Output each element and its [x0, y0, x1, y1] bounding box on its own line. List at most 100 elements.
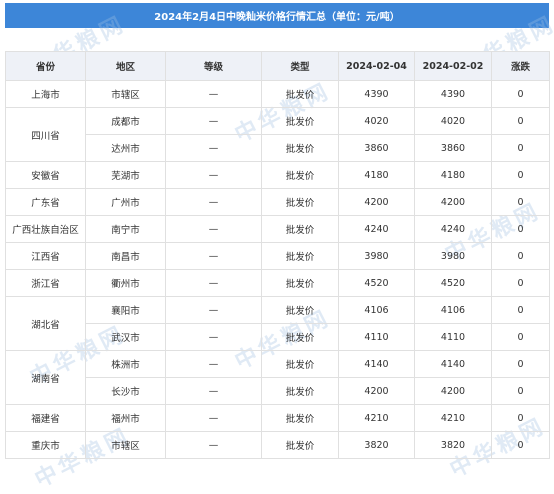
cell-change: 0: [491, 80, 550, 108]
cell-grade: —: [165, 323, 262, 351]
cell-price-current: 4180: [338, 161, 415, 189]
table-row: 湖北省 襄阳市 — 批发价 4106 4106 0: [5, 296, 550, 351]
cell-type: 批发价: [261, 323, 339, 351]
cell-price-current: 4110: [338, 323, 415, 351]
cell-price-previous: 3820: [414, 431, 492, 459]
cell-price-previous: 4106: [414, 296, 492, 324]
cell-region: 福州市: [85, 404, 166, 432]
cell-province: 安徽省: [5, 161, 86, 189]
cell-grade: —: [165, 377, 262, 405]
cell-price-previous: 4110: [414, 323, 492, 351]
cell-province: 广东省: [5, 188, 86, 216]
cell-change: 0: [491, 404, 550, 432]
table-row: 福建省 福州市 — 批发价 4210 4210 0: [5, 404, 550, 432]
cell-price-current: 3860: [338, 134, 415, 162]
table-row: 安徽省 芜湖市 — 批发价 4180 4180 0: [5, 161, 550, 189]
cell-price-current: 4390: [338, 80, 415, 108]
cell-price-current: 4520: [338, 269, 415, 297]
cell-province: 湖北省: [5, 296, 86, 351]
cell-price-previous: 4020: [414, 107, 492, 135]
cell-change: 0: [491, 377, 550, 405]
cell-grade: —: [165, 242, 262, 270]
cell-price-previous: 3860: [414, 134, 492, 162]
cell-province: 福建省: [5, 404, 86, 432]
cell-type: 批发价: [261, 161, 339, 189]
cell-change: 0: [491, 350, 550, 378]
cell-type: 批发价: [261, 188, 339, 216]
header-row: 省份 地区 等级 类型 2024-02-04 2024-02-02 涨跌: [5, 51, 550, 81]
cell-price-current: 4200: [338, 377, 415, 405]
table-title: 2024年2月4日中晚籼米价格行情汇总（单位：元/吨）: [5, 3, 549, 28]
cell-province: 江西省: [5, 242, 86, 270]
cell-change: 0: [491, 188, 550, 216]
cell-type: 批发价: [261, 404, 339, 432]
cell-province: 上海市: [5, 80, 86, 108]
cell-change: 0: [491, 242, 550, 270]
table-row: 浙江省 衢州市 — 批发价 4520 4520 0: [5, 269, 550, 297]
cell-type: 批发价: [261, 107, 339, 135]
cell-type: 批发价: [261, 431, 339, 459]
cell-price-current: 4140: [338, 350, 415, 378]
header-grade: 等级: [165, 51, 262, 81]
cell-type: 批发价: [261, 80, 339, 108]
cell-price-current: 4240: [338, 215, 415, 243]
cell-price-current: 4200: [338, 188, 415, 216]
header-province: 省份: [5, 51, 86, 81]
cell-price-current: 4210: [338, 404, 415, 432]
header-region: 地区: [85, 51, 166, 81]
cell-price-previous: 4520: [414, 269, 492, 297]
cell-grade: —: [165, 188, 262, 216]
cell-grade: —: [165, 404, 262, 432]
header-type: 类型: [261, 51, 339, 81]
cell-price-previous: 4390: [414, 80, 492, 108]
cell-change: 0: [491, 431, 550, 459]
cell-grade: —: [165, 296, 262, 324]
cell-region: 株洲市: [85, 350, 166, 378]
cell-change: 0: [491, 269, 550, 297]
cell-region: 襄阳市: [85, 296, 166, 324]
cell-price-current: 4020: [338, 107, 415, 135]
cell-price-current: 3820: [338, 431, 415, 459]
cell-grade: —: [165, 134, 262, 162]
cell-type: 批发价: [261, 242, 339, 270]
cell-region: 南昌市: [85, 242, 166, 270]
cell-change: 0: [491, 107, 550, 135]
cell-grade: —: [165, 215, 262, 243]
cell-region: 市辖区: [85, 431, 166, 459]
table-row: 上海市 市辖区 — 批发价 4390 4390 0: [5, 80, 550, 108]
cell-type: 批发价: [261, 350, 339, 378]
table-row: 四川省 成都市 — 批发价 4020 4020 0: [5, 107, 550, 162]
cell-region: 南宁市: [85, 215, 166, 243]
cell-province: 湖南省: [5, 350, 86, 405]
table-row: 武汉市 — 批发价 4110 4110 0: [6, 323, 550, 351]
cell-type: 批发价: [261, 269, 339, 297]
cell-change: 0: [491, 323, 550, 351]
cell-change: 0: [491, 161, 550, 189]
cell-change: 0: [491, 215, 550, 243]
cell-region: 芜湖市: [85, 161, 166, 189]
cell-price-previous: 4210: [414, 404, 492, 432]
cell-region: 市辖区: [85, 80, 166, 108]
cell-price-current: 4106: [338, 296, 415, 324]
cell-region: 长沙市: [85, 377, 166, 405]
table-row: 重庆市 市辖区 — 批发价 3820 3820 0: [5, 431, 550, 459]
table-row: 达州市 — 批发价 3860 3860 0: [6, 134, 550, 162]
cell-region: 武汉市: [85, 323, 166, 351]
cell-price-previous: 4200: [414, 377, 492, 405]
cell-grade: —: [165, 80, 262, 108]
cell-region: 衢州市: [85, 269, 166, 297]
cell-change: 0: [491, 296, 550, 324]
cell-price-current: 3980: [338, 242, 415, 270]
cell-change: 0: [491, 134, 550, 162]
table-row: 广西壮族自治区 南宁市 — 批发价 4240 4240 0: [5, 215, 550, 243]
table-row: 湖南省 株洲市 — 批发价 4140 4140 0: [5, 350, 550, 405]
header-date-previous: 2024-02-02: [414, 51, 492, 81]
cell-province: 四川省: [5, 107, 86, 162]
price-table: 省份 地区 等级 类型 2024-02-04 2024-02-02 涨跌 上海市…: [5, 51, 550, 459]
cell-type: 批发价: [261, 134, 339, 162]
cell-price-previous: 3980: [414, 242, 492, 270]
cell-price-previous: 4180: [414, 161, 492, 189]
header-date-current: 2024-02-04: [338, 51, 415, 81]
cell-type: 批发价: [261, 215, 339, 243]
header-change: 涨跌: [491, 51, 550, 81]
